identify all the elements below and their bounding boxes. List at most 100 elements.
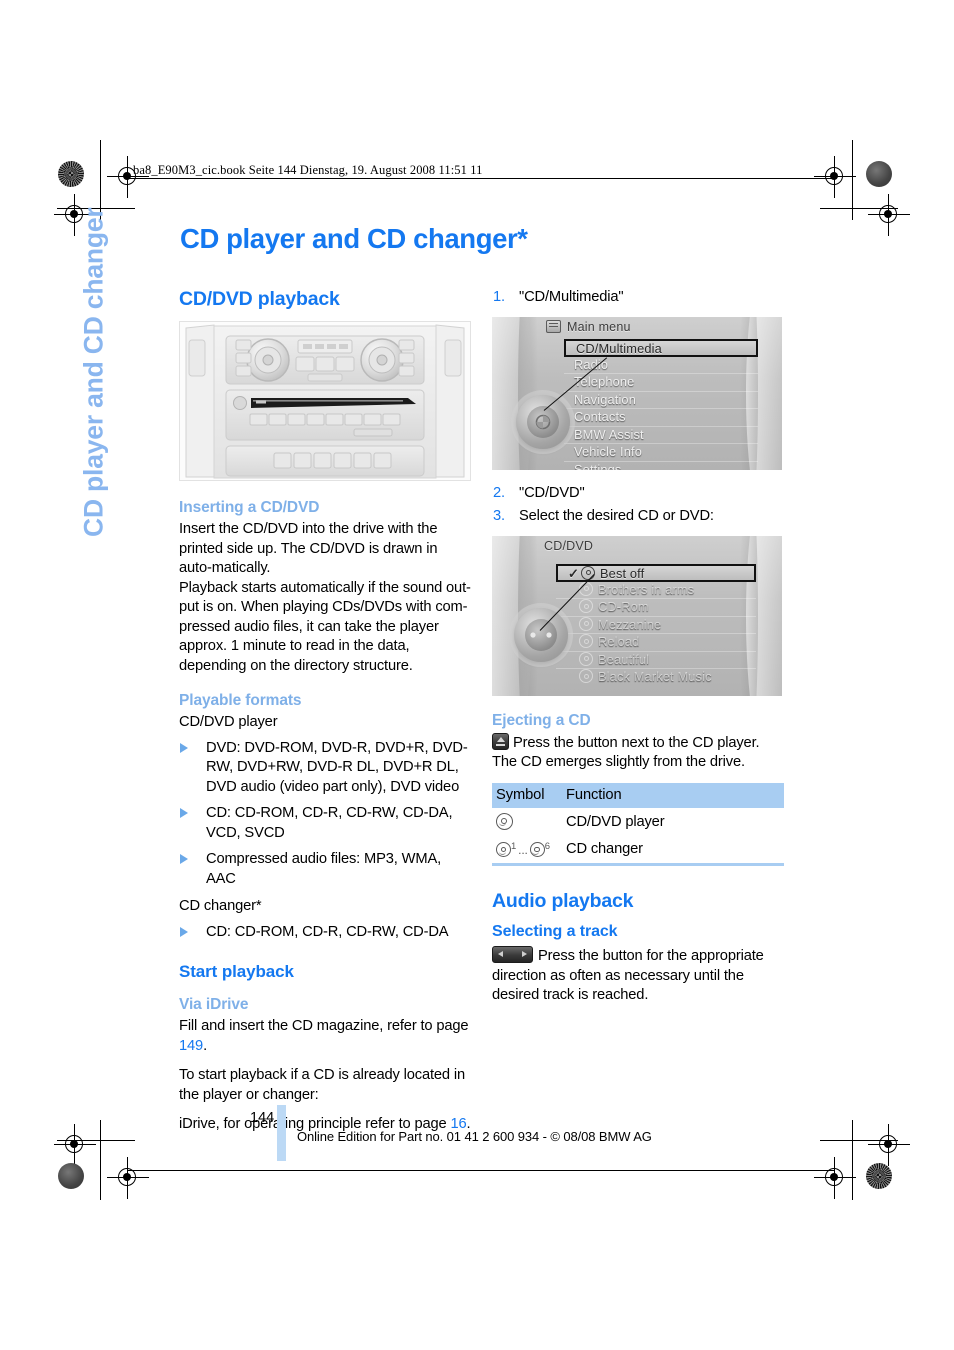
folio-accent-bar [277,1105,286,1161]
cd-list-item-mezzanine[interactable]: Mezzanine [556,616,756,635]
table-header-row: Symbol Function [492,782,784,808]
page-reference-149[interactable]: 149 [179,1038,203,1054]
cd-list-item-label: Black Market Music [598,669,712,685]
paragraph-ejecting: Press the button next to the CD player. … [492,732,784,773]
step-number: 3. [493,508,505,524]
eject-button-icon [492,732,509,750]
header-rule [127,178,835,179]
bmw-roundel-icon [535,414,551,429]
idrive-controller-knob[interactable] [514,607,568,662]
idrive-title-text: Main menu [567,319,631,334]
right-column: 1. "CD/Multimedia" Main menu CD/Multimed… [492,288,784,1016]
idrive-main-menu-list: CD/Multimedia Radio Telephone Navigation… [564,338,758,470]
cd-list-item-label: Mezzanine [598,616,662,632]
list-item: CD: CD-ROM, CD-R, CD-RW, CD-DA [179,923,471,943]
density-patch-bottom-right [866,1163,892,1189]
list-item: Compressed audio files: MP3, WMA, AAC [179,850,471,889]
crop-line-top-right [820,208,898,209]
table-header-symbol: Symbol [492,782,562,808]
list-item: CD: CD-ROM, CD-R, CD-RW, CD-DA, VCD, SVC… [179,804,471,843]
list-playable-formats-player: DVD: DVD-ROM, DVD-R, DVD+R, DVD-RW, DVD+… [179,739,471,890]
cd-list-item-cd-rom[interactable]: CD-Rom [556,599,756,617]
menu-item-radio[interactable]: Radio [564,357,758,375]
step-text: Select the desired CD or DVD: [519,508,714,524]
ellipsis: ... [518,843,528,858]
table-header-function: Function [562,782,784,808]
screenshot-idrive-main-menu: Main menu CD/Multimedia Radio Telephone … [492,316,782,470]
list-playable-formats-changer: CD: CD-ROM, CD-R, CD-RW, CD-DA [179,923,471,943]
heading-inserting-a-cd-dvd: Inserting a CD/DVD [179,499,320,516]
step-text: "CD/Multimedia" [519,289,624,305]
crop-line-left-bottom [100,1120,101,1200]
heading-selecting-a-track: Selecting a track [492,923,618,941]
knob-left-right-icon [530,631,552,638]
paragraph-fill-insert-magazine: Fill and insert the CD magazine, refer t… [179,1017,471,1056]
cd-list-item-best-off[interactable]: ✓ Best off [556,563,756,582]
step-2: 2. "CD/DVD" [492,484,784,504]
density-patch-bottom-left [58,1163,84,1189]
idrive-title-bar: CD/DVD [492,536,782,556]
print-header-text: ba8_E90M3_cic.book Seite 144 Dienstag, 1… [133,163,483,177]
table-cell-function-cd-dvd-player: CD/DVD player [566,813,665,830]
cd-list-item-label: Beautiful [598,651,650,667]
heading-via-idrive: Via iDrive [179,996,249,1013]
registration-mark-bottom-center-left [107,1157,149,1199]
density-patch-top-right [866,161,892,187]
crop-line-right-top [852,140,853,220]
label-cd-changer: CD changer* [179,898,262,914]
cd-disc-icon [579,651,593,666]
menu-item-cd-multimedia[interactable]: CD/Multimedia [564,338,758,357]
density-patch-top-left [58,161,84,187]
registration-mark-top-center-right [814,156,856,198]
cd-disc-icon [581,565,595,580]
step-number: 1. [493,289,505,305]
idrive-controller-knob[interactable] [516,394,570,449]
cd-disc-icon [529,842,545,858]
step-3: 3. Select the desired CD or DVD: [492,507,784,527]
triangle-bullet-icon [180,926,188,937]
track-seek-button-icon [492,946,533,964]
list-item-label: CD: CD-ROM, CD-R, CD-RW, CD-DA, VCD, SVC… [206,805,453,841]
menu-item-navigation[interactable]: Navigation [564,392,758,410]
cd-list-item-black-market-music[interactable]: Black Market Music [556,669,756,686]
triangle-bullet-icon [180,808,188,818]
heading-ejecting-a-cd: Ejecting a CD [492,711,591,729]
figure-car-console [179,321,471,481]
paragraph-inserting-1: Insert the CD/DVD into the drive with th… [179,521,438,576]
crop-line-bottom-left [57,1140,135,1141]
checkmark-icon: ✓ [568,565,579,581]
triangle-bullet-icon [180,854,188,864]
step-number: 2. [493,484,505,501]
table-row: 1... 6 CD changer [492,835,784,867]
page-number: 144 [250,1110,275,1126]
cd-list-item-label: Brothers in arms [598,581,695,597]
menu-item-bmw-assist[interactable]: BMW Assist [564,427,758,445]
menu-item-contacts[interactable]: Contacts [564,409,758,427]
table-cell-symbol-cd-changer: 1... 6 [492,835,562,867]
menu-item-settings[interactable]: Settings [564,462,758,469]
paragraph-to-start-playback: To start playback if a CD is already loc… [179,1067,466,1103]
menu-item-telephone[interactable]: Telephone [564,374,758,392]
cd-list-item-brothers-in-arms[interactable]: Brothers in arms [556,581,756,600]
registration-mark-left-lower [54,1124,96,1166]
heading-start-playback: Start playback [179,962,294,981]
cd-list-item-reload[interactable]: Reload [556,634,756,652]
heading-playable-formats: Playable formats [179,692,302,709]
cd-disc-icon [579,634,593,649]
knob-inner [525,618,557,651]
triangle-bullet-icon [180,742,188,753]
left-column: CD/DVD playback Inserting a CD/DVD Inser… [179,288,471,1145]
step-1: 1. "CD/Multimedia" [492,288,784,308]
list-item-label: CD: CD-ROM, CD-R, CD-RW, CD-DA [206,923,449,940]
cd-disc-icon [579,616,593,631]
menu-item-vehicle-info[interactable]: Vehicle Info [564,444,758,463]
registration-mark-right-upper [868,194,910,236]
cd-list-item-beautiful[interactable]: Beautiful [556,651,756,670]
cd-disc-icon [496,812,513,830]
table-row: CD/DVD player [492,808,784,836]
step-text: "CD/DVD" [519,484,585,501]
table-cell-symbol-cd-dvd-player [492,808,562,836]
crop-line-right-bottom [852,1120,853,1200]
text-after-page-ref: . [203,1037,207,1054]
table-cell-function-cd-changer: CD changer [562,835,784,867]
